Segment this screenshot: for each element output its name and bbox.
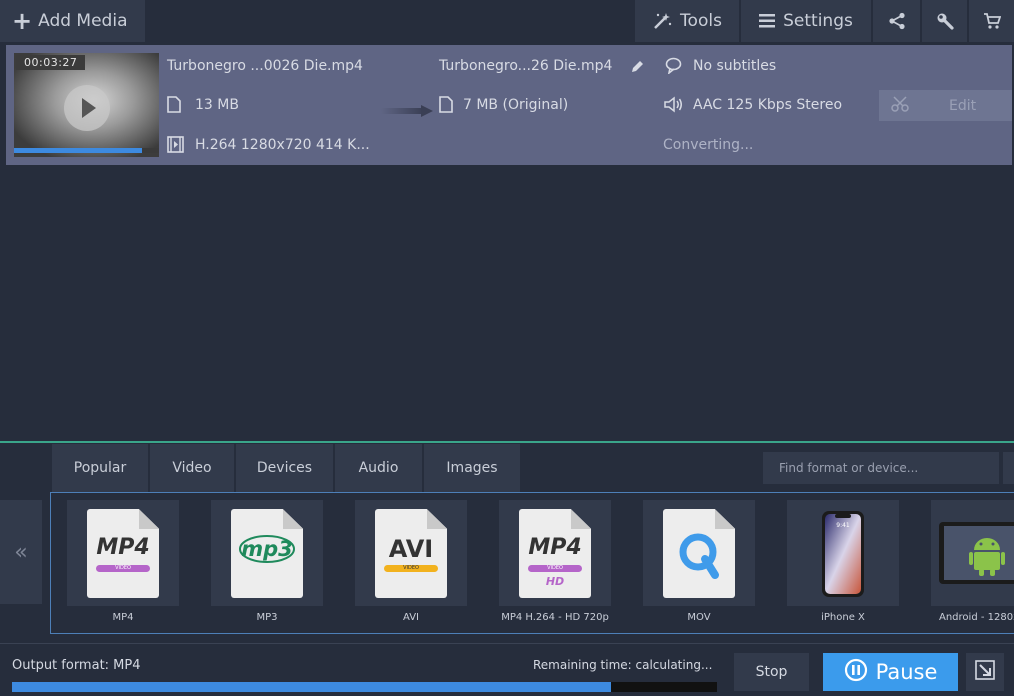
source-file-size: 13 MB: [195, 97, 239, 113]
format-tabs: Popular Video Devices Audio Images: [52, 444, 520, 492]
output-file-name[interactable]: Turbonegro...26 Die.mp4: [439, 58, 612, 74]
store-button[interactable]: [969, 0, 1014, 42]
remaining-time: Remaining time: calculating...: [533, 658, 713, 672]
format-label: iPhone X: [821, 612, 865, 623]
top-toolbar: + Add Media Tools Settings: [0, 0, 1014, 42]
cart-icon: [983, 12, 1001, 30]
format-label: MP4: [112, 612, 134, 623]
quicktime-doc-icon: [663, 509, 735, 598]
menu-icon: [759, 14, 776, 28]
format-label: MOV: [687, 612, 711, 623]
format-label: AVI: [403, 612, 419, 623]
format-item-mov[interactable]: MOV: [643, 500, 755, 632]
share-icon: [888, 12, 906, 30]
tab-popular[interactable]: Popular: [52, 444, 150, 492]
mp3-doc-icon: mp3: [231, 509, 303, 598]
tab-video[interactable]: Video: [150, 444, 236, 492]
double-chevron-left-icon: «: [14, 539, 28, 565]
mp4-doc-icon: MP4 VIDEO: [87, 509, 159, 598]
settings-label: Settings: [783, 11, 853, 31]
pause-icon: [844, 658, 868, 687]
tab-devices[interactable]: Devices: [236, 444, 335, 492]
tab-images[interactable]: Images: [424, 444, 520, 492]
pause-label: Pause: [875, 660, 938, 684]
format-tile: MP4 VIDEO HD: [499, 500, 611, 606]
conversion-status: Converting...: [663, 137, 754, 153]
format-tile: [643, 500, 755, 606]
preferences-button[interactable]: [922, 0, 967, 42]
format-label: MP3: [256, 612, 278, 623]
edit-label: Edit: [949, 97, 977, 114]
format-item-mp4-hd[interactable]: MP4 VIDEO HD MP4 H.264 - HD 720p: [499, 500, 611, 632]
format-item-iphone-x[interactable]: 9:41 iPhone X: [787, 500, 899, 632]
pencil-icon[interactable]: [630, 59, 645, 74]
video-pill: VIDEO: [96, 565, 150, 572]
file-icon: [167, 96, 181, 113]
tools-label: Tools: [680, 11, 722, 31]
conversion-progress-fill: [12, 682, 612, 692]
subtitles-icon: [665, 57, 682, 74]
pause-button[interactable]: Pause: [823, 653, 958, 691]
edit-button[interactable]: Edit: [879, 90, 1012, 121]
video-thumbnail[interactable]: 00:03:27: [14, 53, 159, 157]
format-badge: MP4: [96, 535, 150, 560]
format-tile: [931, 500, 1014, 606]
arrow-expand-icon: [975, 660, 995, 684]
add-media-button[interactable]: + Add Media: [0, 0, 145, 42]
format-item-mp3[interactable]: mp3 MP3: [211, 500, 323, 632]
hd-badge: HD: [545, 575, 565, 588]
search-button[interactable]: [1003, 452, 1014, 484]
file-row[interactable]: 00:03:27 Turbonegro ...0026 Die.mp4 13 M…: [6, 45, 1012, 165]
format-item-mp4[interactable]: MP4 VIDEO MP4: [67, 500, 179, 632]
film-icon: [167, 136, 184, 153]
stop-button[interactable]: Stop: [734, 653, 809, 691]
phone-clock: 9:41: [836, 522, 850, 529]
format-search-input[interactable]: [763, 452, 999, 484]
source-codec-info: H.264 1280x720 414 K...: [195, 137, 370, 153]
tools-button[interactable]: Tools: [635, 0, 739, 42]
format-badge: MP4: [528, 535, 582, 560]
share-button[interactable]: [873, 0, 920, 42]
format-label: MP4 H.264 - HD 720p: [501, 612, 609, 623]
add-media-label: Add Media: [38, 11, 128, 31]
scroll-left-button[interactable]: «: [0, 500, 42, 604]
convert-arrow-icon: [381, 102, 433, 121]
settings-button[interactable]: Settings: [741, 0, 871, 42]
plus-icon: +: [12, 7, 33, 35]
output-format-label[interactable]: Output format: MP4: [12, 658, 141, 673]
output-file-icon: [439, 96, 453, 113]
format-label: Android - 1280x720: [939, 612, 1014, 623]
conversion-progress-bar: [12, 682, 717, 692]
format-item-android[interactable]: Android - 1280x720: [931, 500, 1014, 632]
thumbnail-progress-fill: [14, 148, 142, 153]
format-tile: mp3: [211, 500, 323, 606]
subtitles-value[interactable]: No subtitles: [693, 58, 776, 74]
video-pill: VIDEO: [384, 565, 438, 572]
thumbnail-duration: 00:03:27: [16, 55, 86, 70]
source-file-name: Turbonegro ...0026 Die.mp4: [167, 58, 363, 74]
mp4-hd-doc-icon: MP4 VIDEO HD: [519, 509, 591, 598]
format-tile: AVI VIDEO: [355, 500, 467, 606]
format-tile: MP4 VIDEO: [67, 500, 179, 606]
open-output-folder-button[interactable]: [966, 653, 1004, 691]
video-pill: VIDEO: [528, 565, 582, 572]
output-file-size: 7 MB (Original): [463, 97, 569, 113]
thumbnail-progress: [14, 148, 159, 153]
audio-info[interactable]: AAC 125 Kbps Stereo: [693, 97, 842, 113]
format-badge: AVI: [388, 535, 434, 563]
format-item-avi[interactable]: AVI VIDEO AVI: [355, 500, 467, 632]
avi-doc-icon: AVI VIDEO: [375, 509, 447, 598]
magic-wand-icon: [652, 11, 672, 31]
speaker-icon: [664, 96, 683, 113]
scissors-icon: [891, 95, 909, 116]
wrench-icon: [936, 12, 954, 30]
tab-audio[interactable]: Audio: [335, 444, 424, 492]
format-tile: 9:41: [787, 500, 899, 606]
android-tablet-icon: [939, 522, 1014, 584]
play-icon[interactable]: [64, 85, 110, 131]
